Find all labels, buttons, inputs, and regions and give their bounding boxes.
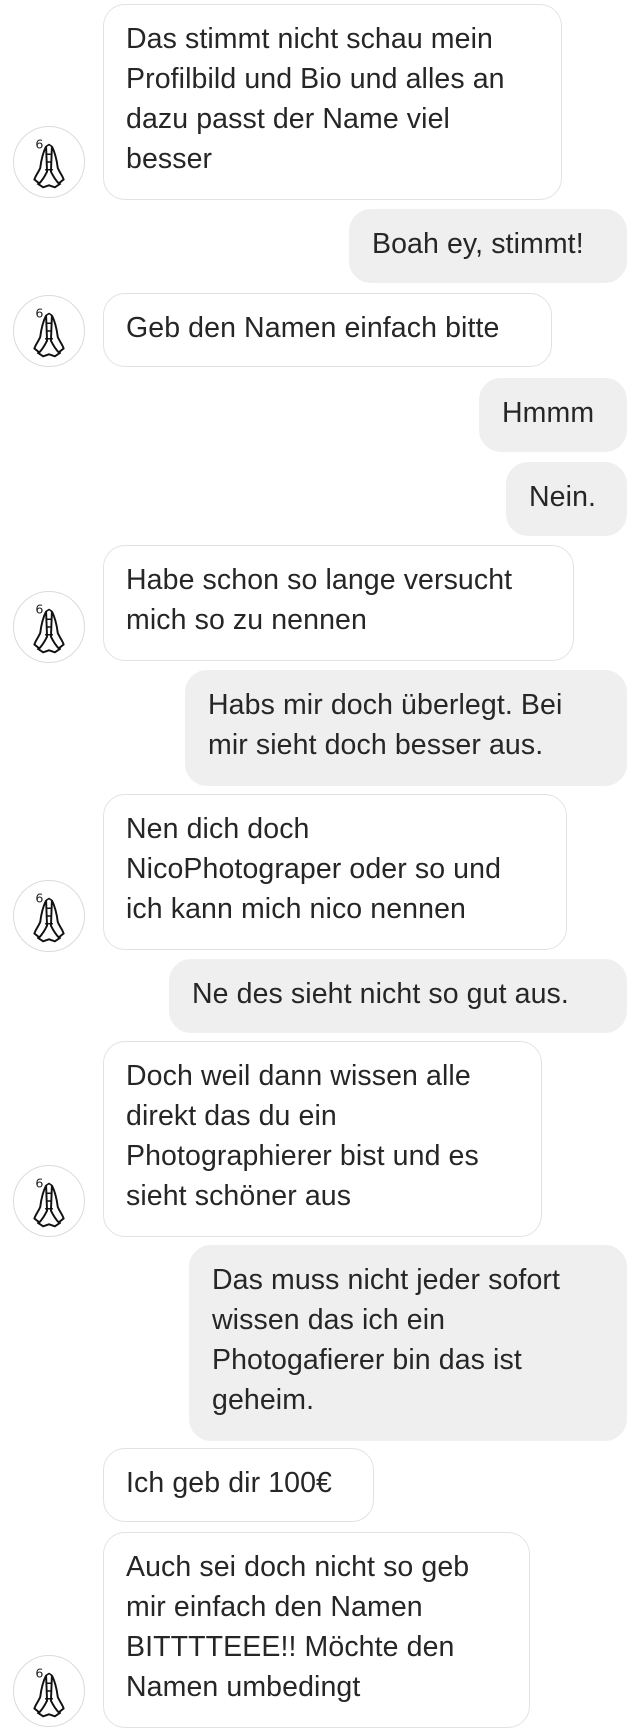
message-bubble-outgoing[interactable]: Das muss nicht jeder sofort wissen das i… (189, 1245, 627, 1441)
praying-hands-icon: 6 (33, 890, 65, 943)
contact-avatar[interactable]: 6 (13, 1655, 85, 1727)
svg-text:6: 6 (35, 1175, 43, 1190)
message-bubble-incoming[interactable]: Ich geb dir 100€ (103, 1448, 374, 1522)
svg-text:6: 6 (35, 1665, 43, 1680)
contact-avatar[interactable]: 6 (13, 295, 85, 367)
message-bubble-outgoing[interactable]: Nein. (506, 462, 627, 536)
contact-avatar[interactable]: 6 (13, 1165, 85, 1237)
contact-avatar[interactable]: 6 (13, 591, 85, 663)
praying-hands-icon: 6 (33, 305, 65, 358)
message-bubble-outgoing[interactable]: Hmmm (479, 378, 627, 452)
svg-text:6: 6 (35, 890, 43, 905)
message-bubble-incoming[interactable]: Das stimmt nicht schau mein Profilbild u… (103, 4, 562, 200)
message-bubble-outgoing[interactable]: Ne des sieht nicht so gut aus. (169, 959, 627, 1033)
praying-hands-icon: 6 (33, 601, 65, 654)
message-bubble-incoming[interactable]: Habe schon so lange versucht mich so zu … (103, 545, 574, 661)
message-bubble-incoming[interactable]: Doch weil dann wissen alle direkt das du… (103, 1041, 542, 1237)
praying-hands-icon: 6 (33, 1665, 65, 1718)
svg-text:6: 6 (35, 136, 43, 151)
message-bubble-outgoing[interactable]: Boah ey, stimmt! (349, 209, 627, 283)
contact-avatar[interactable]: 6 (13, 126, 85, 198)
message-bubble-incoming[interactable]: Geb den Namen einfach bitte (103, 293, 552, 367)
praying-hands-icon: 6 (33, 1175, 65, 1228)
message-bubble-incoming[interactable]: Auch sei doch nicht so geb mir einfach d… (103, 1532, 530, 1728)
praying-hands-icon: 6 (33, 136, 65, 189)
svg-text:6: 6 (35, 601, 43, 616)
svg-text:6: 6 (35, 305, 43, 320)
message-bubble-outgoing[interactable]: Habs mir doch überlegt. Bei mir sieht do… (185, 670, 627, 786)
message-bubble-incoming[interactable]: Nen dich doch NicoPhotograper oder so un… (103, 794, 567, 950)
contact-avatar[interactable]: 6 (13, 880, 85, 952)
